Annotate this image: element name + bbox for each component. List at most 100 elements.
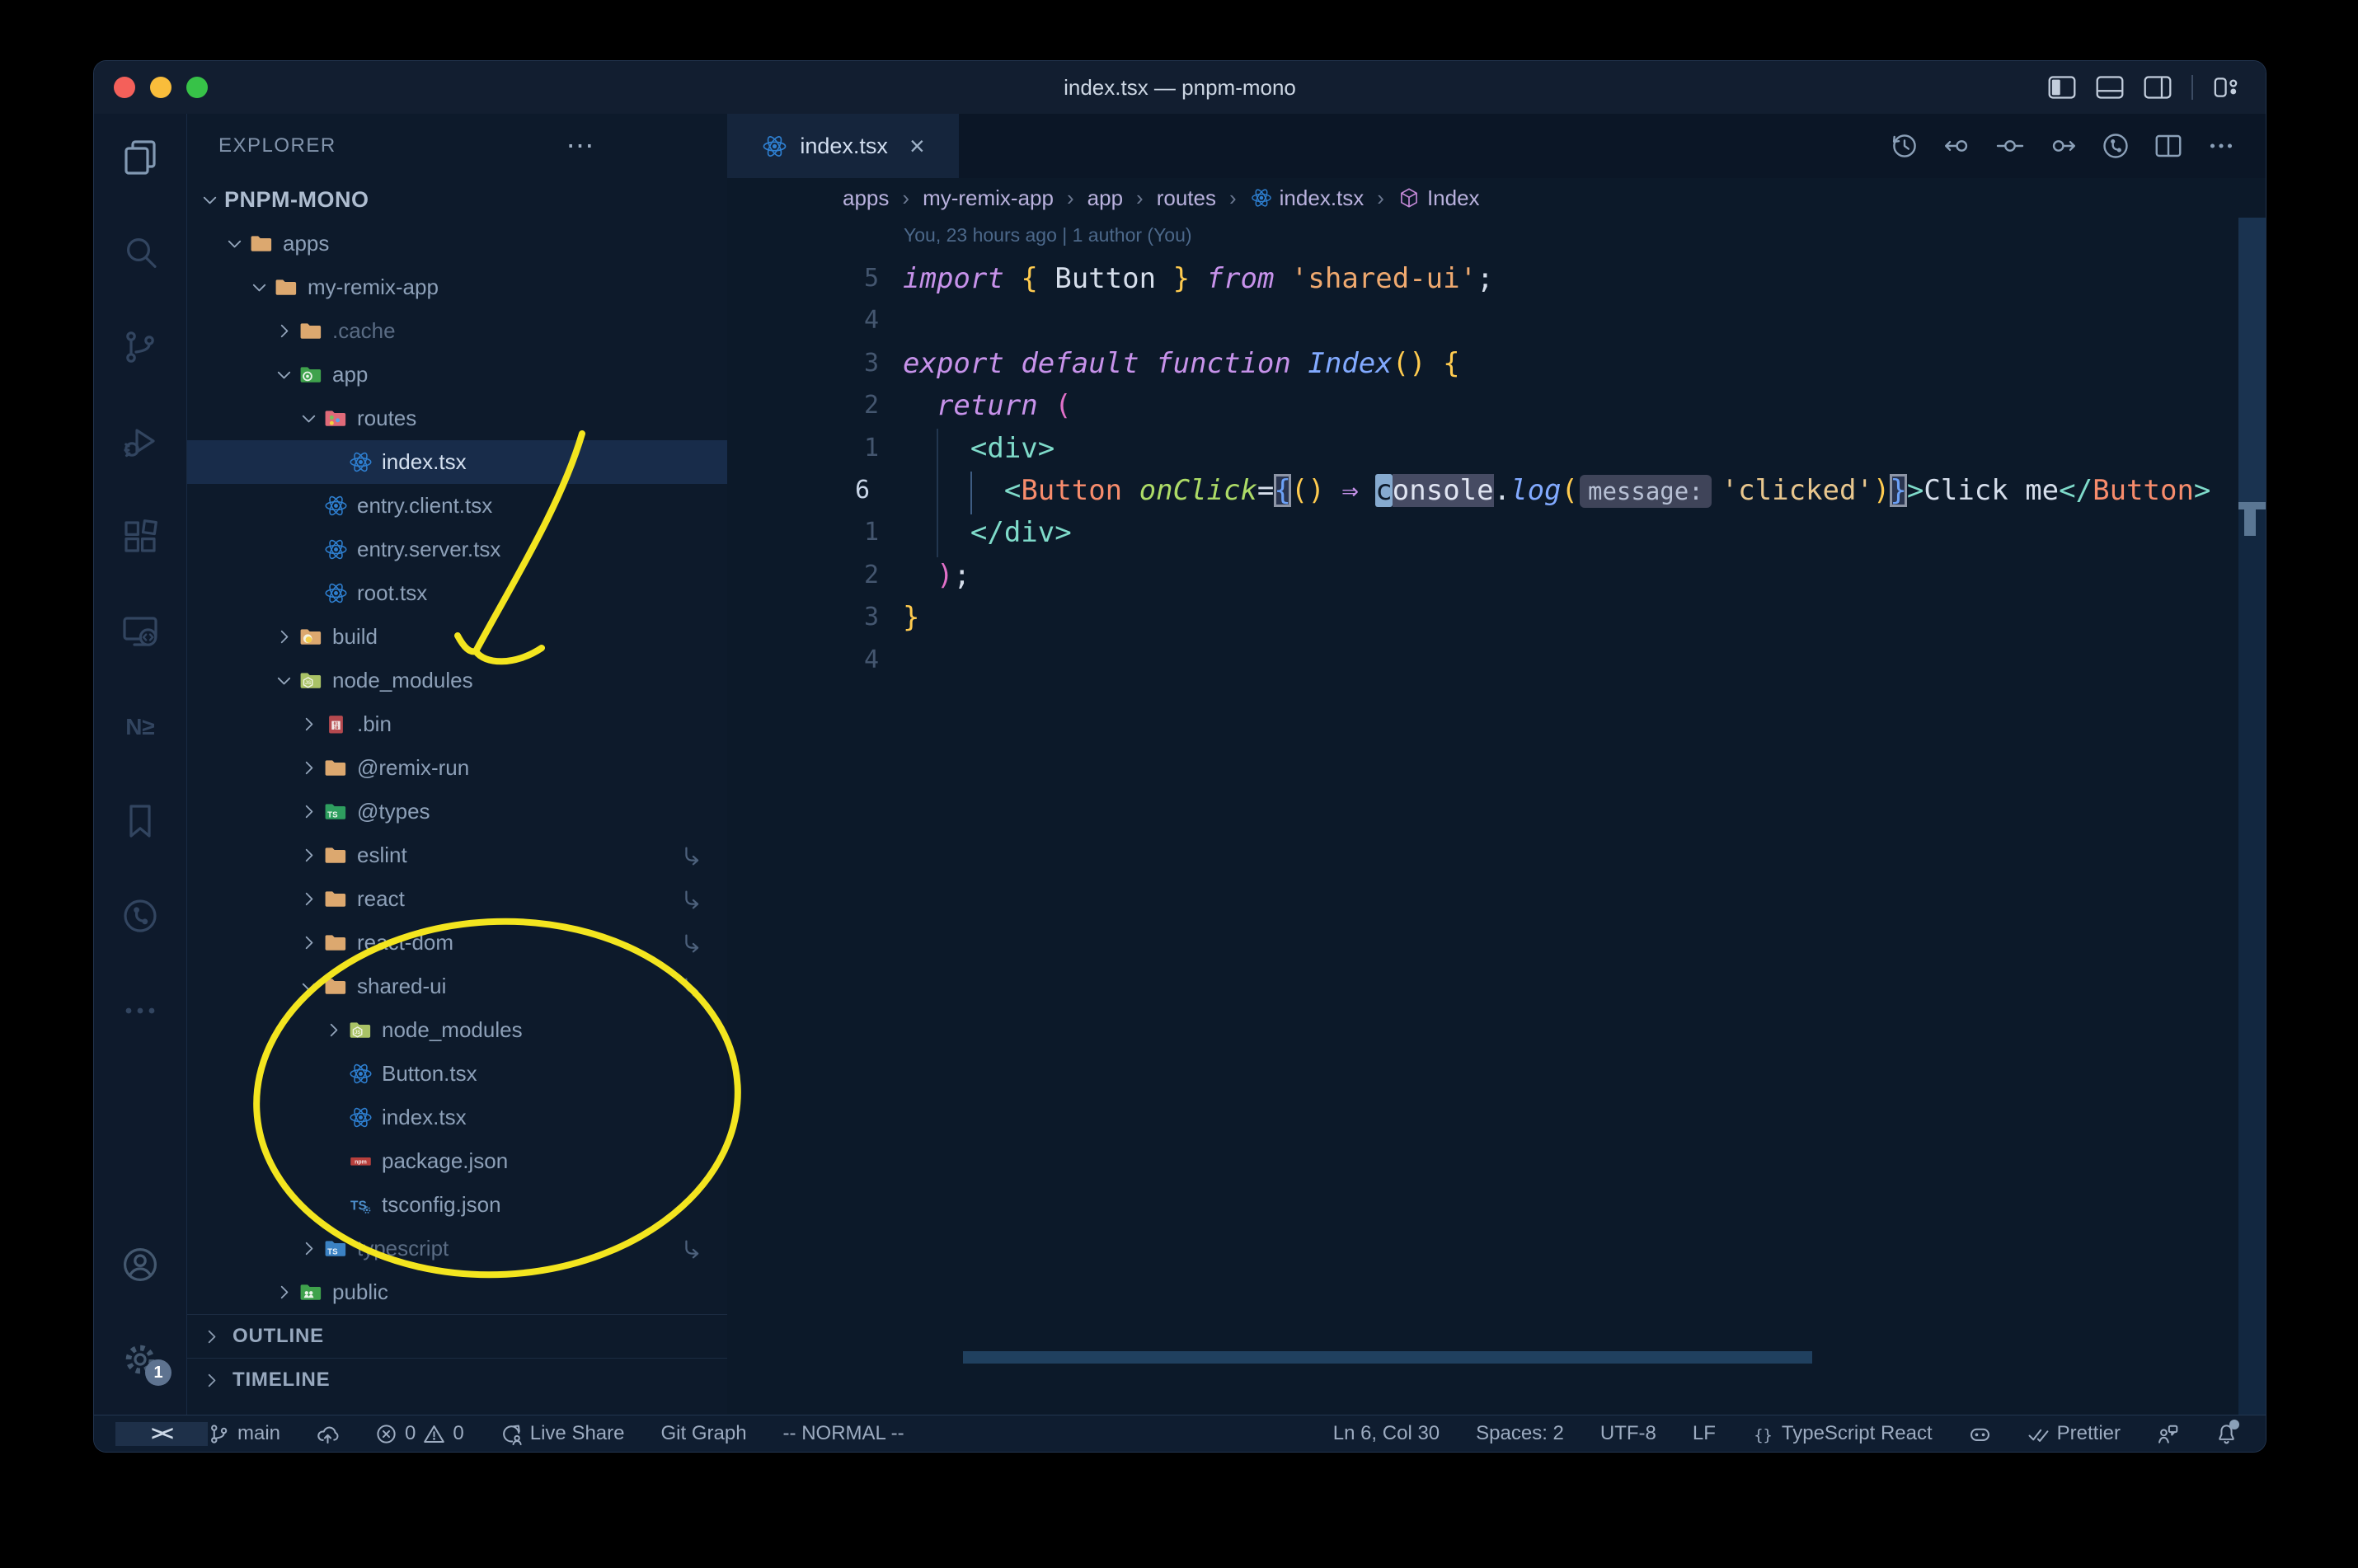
outline-section[interactable]: OUTLINE	[187, 1314, 727, 1358]
tree-item--remix-run[interactable]: @remix-run	[187, 746, 727, 790]
status-feedback[interactable]	[2157, 1423, 2179, 1445]
activity-settings-icon[interactable]: 1	[120, 1340, 171, 1386]
tree-item-react-dom[interactable]: react-dom	[187, 921, 727, 965]
double-check-icon	[2027, 1423, 2050, 1445]
status-copilot[interactable]	[1969, 1423, 1991, 1445]
tree-item-apps[interactable]: apps	[187, 222, 727, 265]
layout-panel-toggle-icon[interactable]	[2096, 75, 2124, 100]
chevron-down-icon	[298, 407, 320, 430]
git-graph-circle-icon[interactable]	[2101, 131, 2130, 161]
tree-item-tsconfig.json[interactable]: TS tsconfig.json	[187, 1183, 727, 1227]
status-git-graph[interactable]: Git Graph	[661, 1422, 747, 1445]
breadcrumb-item-my-remix-app[interactable]: my-remix-app	[923, 185, 1054, 211]
tab-index-tsx[interactable]: index.tsx ×	[727, 114, 959, 178]
activity-more-icon[interactable]	[120, 991, 160, 1030]
tree-item-node-modules[interactable]: JS node_modules	[187, 1008, 727, 1052]
status-problems[interactable]: 00	[375, 1422, 464, 1445]
timeline-history-icon[interactable]	[1890, 131, 1919, 161]
status-cursor-position[interactable]: Ln 6, Col 30	[1333, 1422, 1440, 1445]
activity-account-icon[interactable]	[120, 1245, 160, 1284]
horizontal-scrollbar[interactable]	[963, 1351, 1812, 1364]
status-indentation[interactable]: Spaces: 2	[1476, 1422, 1564, 1445]
commit-prev-icon[interactable]	[1942, 131, 1972, 161]
status-prettier[interactable]: Prettier	[2027, 1422, 2121, 1445]
status-encoding[interactable]: UTF-8	[1600, 1422, 1656, 1445]
chevron-right-icon	[200, 1369, 223, 1392]
braces-icon: {}	[1752, 1423, 1774, 1445]
vertical-scrollbar[interactable]	[2238, 218, 2266, 1415]
tree-item-public[interactable]: public	[187, 1270, 727, 1314]
tree-item-routes[interactable]: routes	[187, 397, 727, 440]
minimize-button[interactable]	[150, 77, 171, 98]
explorer-more-icon[interactable]: ⋯	[566, 132, 596, 160]
tree-item-shared-ui[interactable]: shared-ui	[187, 965, 727, 1008]
scrollbar-thumb[interactable]	[2238, 218, 2266, 503]
commit-next-icon[interactable]	[2048, 131, 2078, 161]
file-npm-icon: npm	[348, 1148, 373, 1174]
tree-item-my-remix-app[interactable]: my-remix-app	[187, 265, 727, 309]
timeline-section[interactable]: TIMELINE	[187, 1358, 727, 1401]
tree-item-.cache[interactable]: .cache	[187, 309, 727, 353]
tree-item-PNPM-MONO[interactable]: PNPM-MONO	[187, 178, 727, 222]
status-sync-changes[interactable]	[317, 1423, 339, 1445]
tree-item-label: entry.server.tsx	[357, 537, 501, 561]
layout-sidebar-toggle-icon[interactable]	[2048, 75, 2076, 100]
status-git-branch[interactable]: main	[208, 1422, 280, 1445]
tree-item-node-modules[interactable]: JS node_modules	[187, 659, 727, 702]
activity-nx-console-icon[interactable]: N≥	[120, 707, 160, 746]
tree-item-entry.server.tsx[interactable]: entry.server.tsx	[187, 528, 727, 571]
warning-icon	[423, 1423, 445, 1445]
tree-item-.bin[interactable]: 01 10 .bin	[187, 702, 727, 746]
breadcrumb-item-routes[interactable]: routes	[1157, 185, 1216, 211]
breadcrumb-separator: ›	[1228, 185, 1237, 210]
zoom-button[interactable]	[186, 77, 208, 98]
status-notifications[interactable]	[2215, 1419, 2239, 1445]
activity-explorer-icon[interactable]	[120, 138, 160, 177]
activity-remote-explorer-icon[interactable]	[120, 612, 160, 651]
git-branch-icon	[208, 1423, 230, 1445]
line-number: 5	[863, 264, 879, 293]
outline-label: OUTLINE	[233, 1325, 324, 1347]
tree-item-index.tsx[interactable]: index.tsx	[187, 440, 727, 484]
activity-search-icon[interactable]	[120, 232, 160, 272]
breadcrumb-item-Index[interactable]: Index	[1397, 185, 1480, 211]
layout-customize-icon[interactable]	[2213, 75, 2241, 100]
tree-item-react[interactable]: react	[187, 877, 727, 921]
close-tab-icon[interactable]: ×	[909, 133, 925, 159]
status-live-share[interactable]: Live Share	[500, 1422, 625, 1445]
activity-bookmarks-icon[interactable]	[120, 801, 160, 841]
svg-text:TS: TS	[327, 1247, 338, 1256]
split-editor-icon[interactable]	[2154, 131, 2183, 161]
breadcrumb-item-index.tsx[interactable]: index.tsx	[1250, 185, 1364, 211]
activity-run-debug-icon[interactable]	[120, 422, 160, 462]
status-language-mode[interactable]: {} TypeScript React	[1752, 1422, 1932, 1445]
status-eol[interactable]: LF	[1693, 1422, 1716, 1445]
close-button[interactable]	[114, 77, 135, 98]
tree-item--types[interactable]: TS @types	[187, 790, 727, 833]
code-editor[interactable]: You, 23 hours ago | 1 author (You) 5 impo…	[727, 218, 2266, 1415]
breadcrumb-item-app[interactable]: app	[1087, 185, 1123, 211]
tree-item-build[interactable]: build	[187, 615, 727, 659]
commit-current-icon[interactable]	[1995, 131, 2025, 161]
layout-secondary-sidebar-icon[interactable]	[2144, 75, 2172, 100]
remote-indicator[interactable]: ><	[115, 1421, 208, 1446]
activity-git-graph-icon[interactable]	[120, 896, 160, 936]
status-vim-mode[interactable]: -- NORMAL --	[783, 1422, 904, 1445]
breadcrumb-item-apps[interactable]: apps	[843, 185, 889, 211]
tree-item-eslint[interactable]: eslint	[187, 833, 727, 877]
tree-item-package.json[interactable]: npm package.json	[187, 1139, 727, 1183]
tree-item-entry.client.tsx[interactable]: entry.client.tsx	[187, 484, 727, 528]
activity-extensions-icon[interactable]	[120, 517, 160, 556]
tree-item-Button.tsx[interactable]: Button.tsx	[187, 1052, 727, 1096]
tree-item-root.tsx[interactable]: root.tsx	[187, 571, 727, 615]
tree-item-app[interactable]: app	[187, 353, 727, 397]
folder-ts-blue-icon: TS	[323, 1236, 349, 1261]
activity-source-control-icon[interactable]	[120, 327, 160, 367]
separator	[2191, 75, 2193, 100]
line-number: 2	[863, 560, 879, 589]
more-actions-icon[interactable]	[2206, 131, 2236, 161]
status-bar: >< main 0 0 Live Share Git Graph -- NORMAL -- …	[94, 1415, 2266, 1452]
tree-item-typescript[interactable]: TS typescript	[187, 1227, 727, 1270]
tree-item-index.tsx[interactable]: index.tsx	[187, 1096, 727, 1139]
